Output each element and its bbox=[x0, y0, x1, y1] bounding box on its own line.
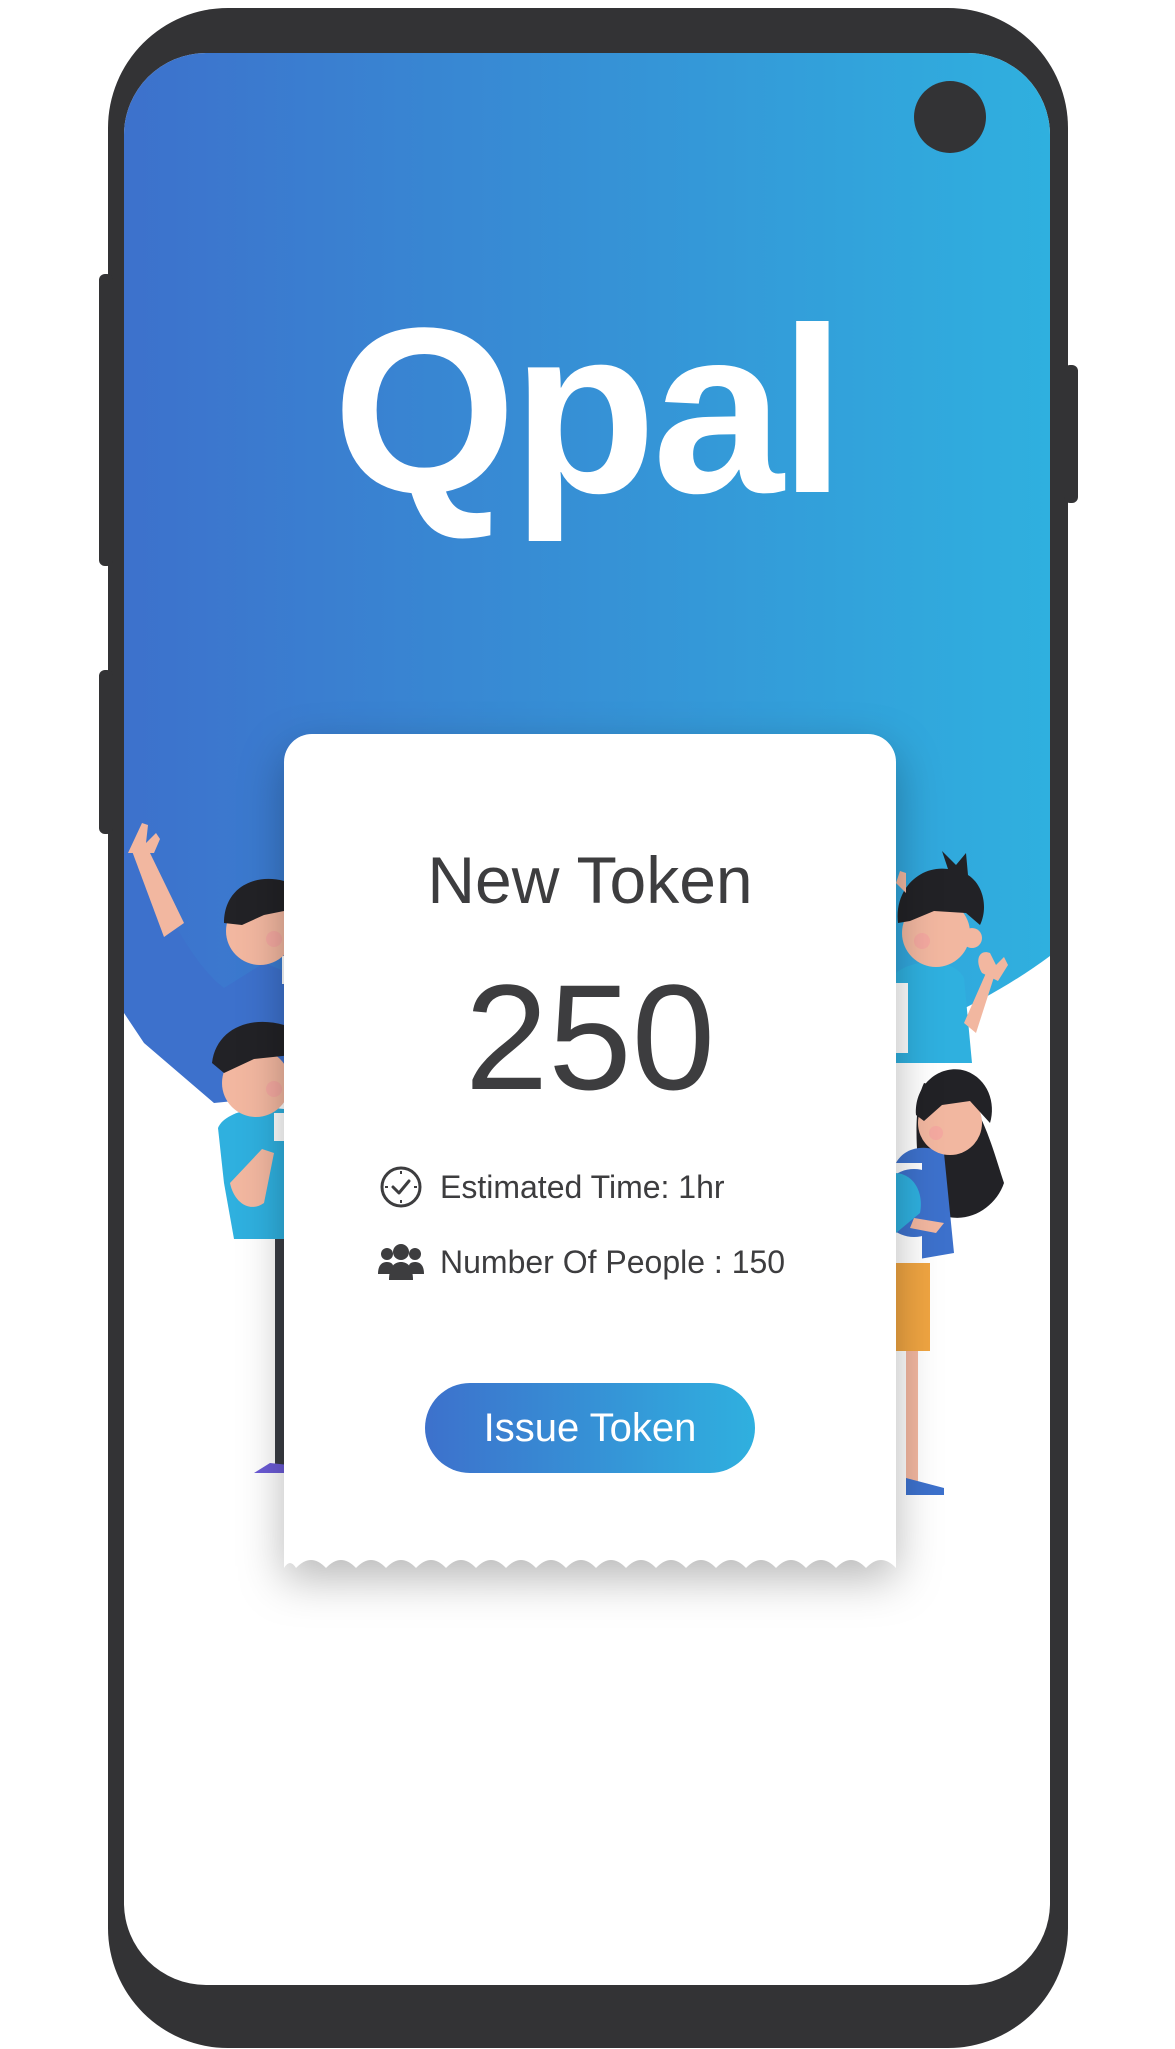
thumbs-up-man-illustration bbox=[896, 851, 1008, 1063]
token-card: New Token 250 Estimated Time: 1hr Number… bbox=[284, 734, 896, 1576]
phone-volume-down-button bbox=[99, 670, 113, 834]
phone-power-button bbox=[1064, 365, 1078, 503]
ticket-scalloped-edge bbox=[284, 1552, 896, 1568]
token-card-body: New Token 250 Estimated Time: 1hr Number… bbox=[284, 734, 896, 1554]
clock-icon bbox=[376, 1164, 426, 1210]
estimated-time-row: Estimated Time: 1hr bbox=[376, 1164, 725, 1210]
issue-token-button[interactable]: Issue Token bbox=[425, 1383, 755, 1473]
number-of-people-label: Number Of People : 150 bbox=[440, 1243, 786, 1280]
phone-volume-up-button bbox=[99, 274, 113, 566]
people-group-icon bbox=[376, 1239, 426, 1285]
token-heading: New Token bbox=[427, 843, 753, 917]
phone-screen: Qpal New Token 250 Estimated Time: 1hr N… bbox=[124, 53, 1050, 1985]
woman-with-ball-illustration bbox=[880, 1069, 1004, 1495]
estimated-time-label: Estimated Time: 1hr bbox=[440, 1168, 725, 1205]
token-number: 250 bbox=[464, 953, 716, 1121]
page: Qpal New Token 250 Estimated Time: 1hr N… bbox=[0, 0, 1175, 2049]
number-of-people-row: Number Of People : 150 bbox=[376, 1239, 785, 1285]
